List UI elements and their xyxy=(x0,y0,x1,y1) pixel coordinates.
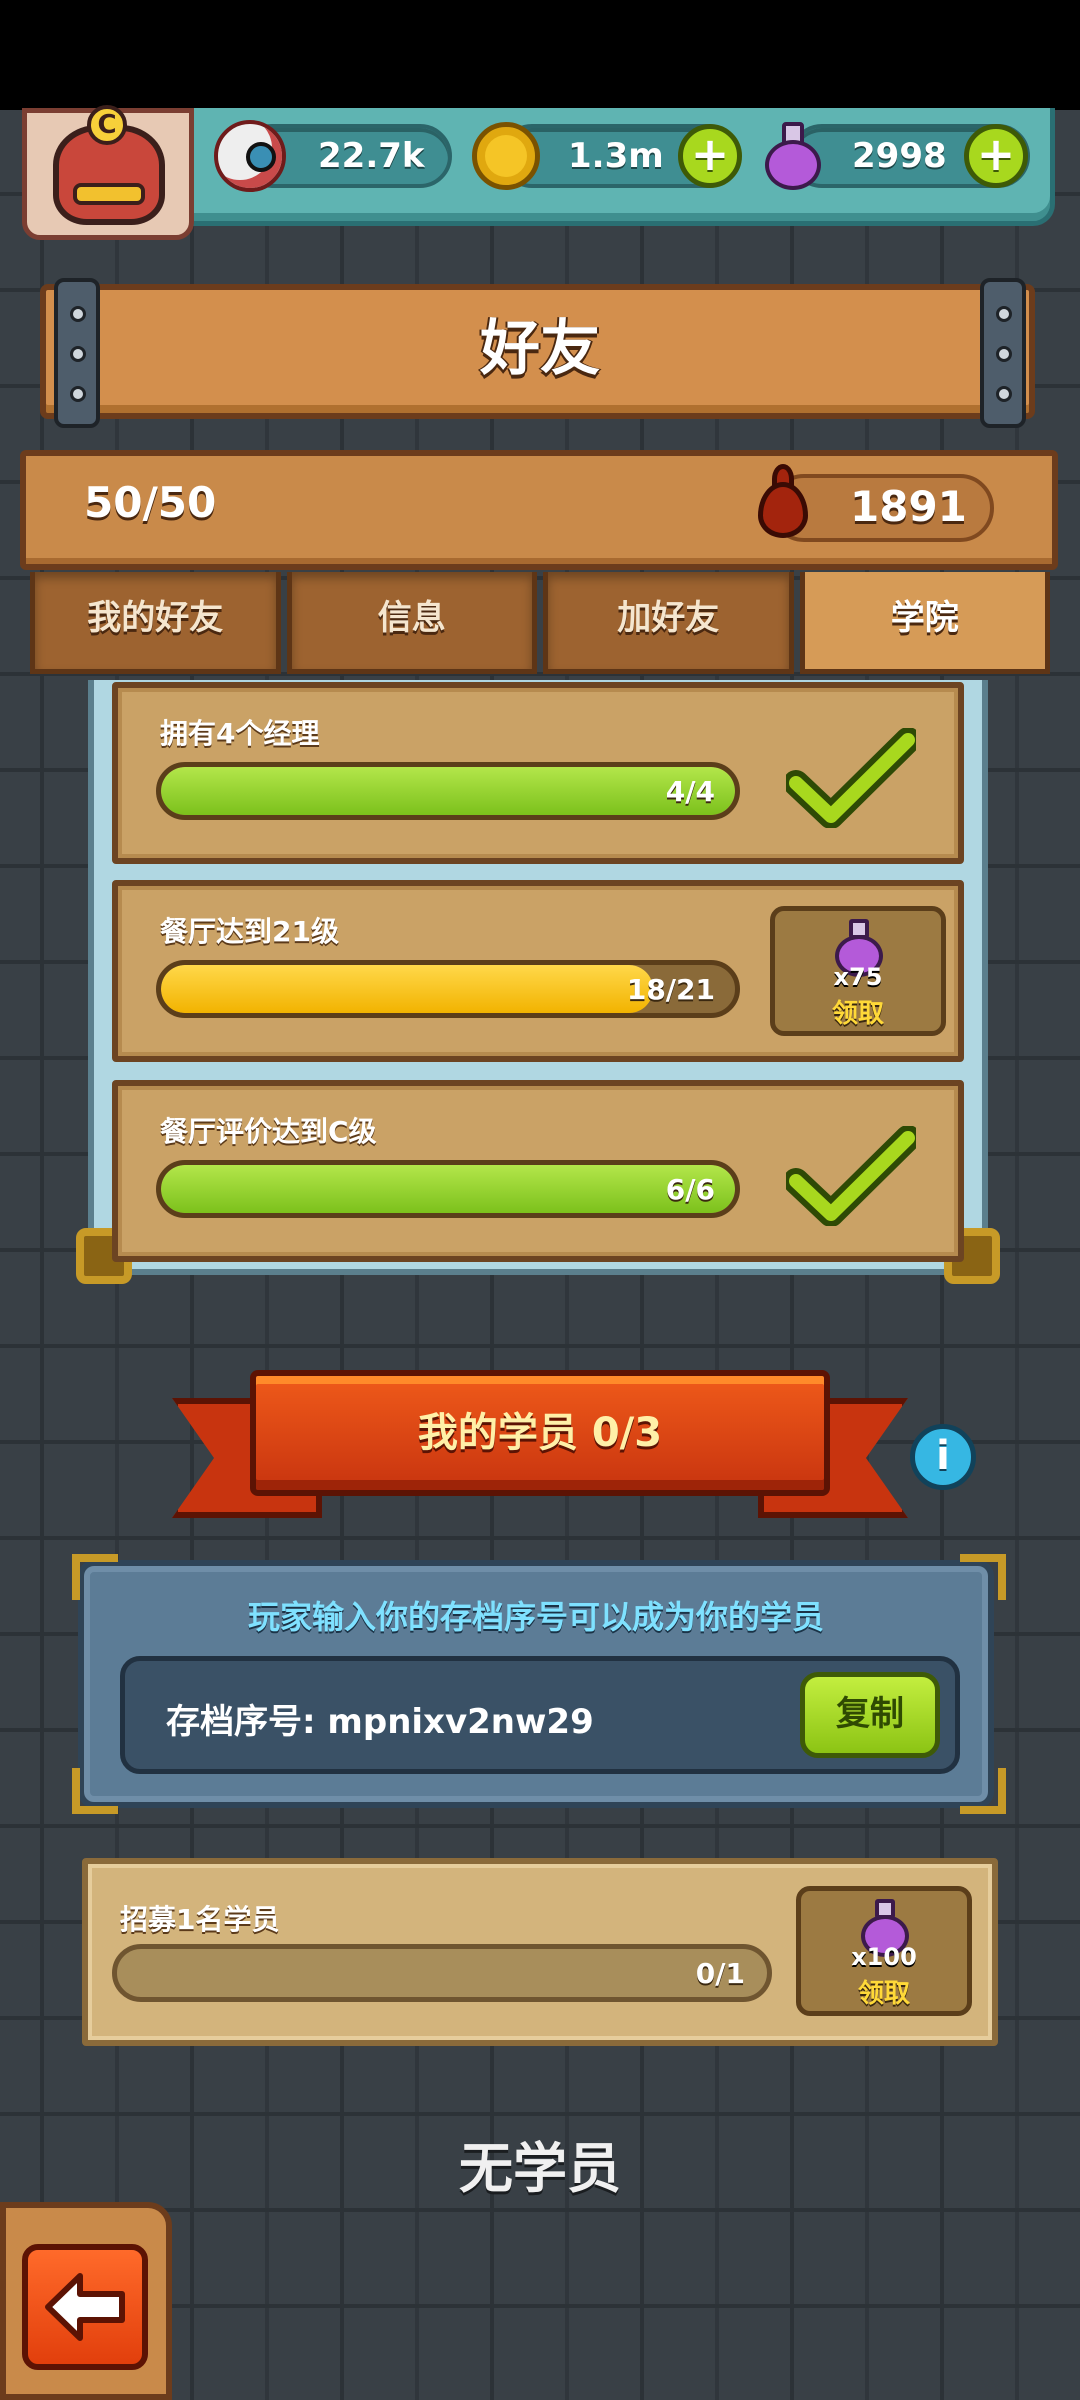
task-card: 餐厅评价达到C级 6/6 xyxy=(112,1080,964,1262)
checkmark-icon xyxy=(786,728,916,828)
reward-amount: x100 xyxy=(851,1943,917,1971)
claim-label: 领取 xyxy=(857,1979,910,2009)
task-card: 餐厅达到21级 18/21 x75 领取 xyxy=(112,880,964,1062)
recruit-claim-button[interactable]: x100 领取 xyxy=(796,1886,972,2016)
tab-my-friends[interactable]: 我的好友 xyxy=(30,572,281,674)
tab-academy[interactable]: 学院 xyxy=(799,572,1050,674)
status-bar xyxy=(0,0,1080,110)
friends-count: 50/50 xyxy=(84,478,217,527)
back-button[interactable] xyxy=(22,2244,148,2370)
task-progress-text: 4/4 xyxy=(665,775,715,808)
recruit-progress-text: 0/1 xyxy=(695,1957,745,1990)
recruit-progress-bar: 0/1 xyxy=(112,1944,772,2002)
task-progress-text: 18/21 xyxy=(626,973,715,1006)
panel-corner xyxy=(72,1768,118,1814)
task-progress-text: 6/6 xyxy=(665,1173,715,1206)
add-coins-button[interactable]: + xyxy=(678,124,742,188)
copy-button[interactable]: 复制 xyxy=(800,1672,940,1758)
no-students-text: 无学员 xyxy=(459,2137,621,2200)
invite-hint: 玩家输入你的存档序号可以成为你的学员 xyxy=(247,1598,824,1636)
player-avatar[interactable]: C xyxy=(22,105,194,240)
coins-value: 1.3m xyxy=(568,136,664,176)
tab-add-friend[interactable]: 加好友 xyxy=(543,572,794,674)
task-progress-fill xyxy=(161,965,653,1013)
panel-corner xyxy=(960,1768,1006,1814)
blood-value: 1891 xyxy=(850,482,967,531)
rank-badge: C xyxy=(87,105,127,145)
eyes-value: 22.7k xyxy=(318,136,425,176)
task-progress-bar: 6/6 xyxy=(156,1160,740,1218)
arrow-left-icon xyxy=(45,2273,125,2341)
checkmark-icon xyxy=(786,1126,916,1226)
task-progress-fill xyxy=(161,1165,735,1213)
task-label: 拥有4个经理 xyxy=(160,717,320,750)
coin-icon xyxy=(472,122,540,190)
add-potions-button[interactable]: + xyxy=(964,124,1028,188)
info-button[interactable]: i xyxy=(910,1424,976,1490)
page-title: 好友 xyxy=(480,314,600,384)
tab-messages[interactable]: 信息 xyxy=(286,572,537,674)
task-progress-bar: 4/4 xyxy=(156,762,740,820)
task-label: 餐厅评价达到C级 xyxy=(160,1115,377,1148)
reward-amount: x75 xyxy=(833,963,883,991)
potions-value: 2998 xyxy=(852,136,947,176)
students-banner-text: 我的学员 0/3 xyxy=(417,1410,663,1456)
eyeball-icon xyxy=(214,120,286,192)
task-progress-fill xyxy=(161,767,735,815)
task-label: 餐厅达到21级 xyxy=(160,915,339,948)
tab-bar: 我的好友 信息 加好友 学院 xyxy=(30,572,1050,674)
task-card: 拥有4个经理 4/4 xyxy=(112,682,964,864)
blood-drop-icon xyxy=(752,462,814,544)
save-code-text: 存档序号: mpnixv2nw29 xyxy=(166,1702,594,1742)
potion-icon xyxy=(760,118,826,192)
claim-reward-button[interactable]: x75 领取 xyxy=(770,906,946,1036)
recruit-label: 招募1名学员 xyxy=(120,1903,280,1936)
task-progress-bar: 18/21 xyxy=(156,960,740,1018)
claim-label: 领取 xyxy=(831,999,884,1029)
